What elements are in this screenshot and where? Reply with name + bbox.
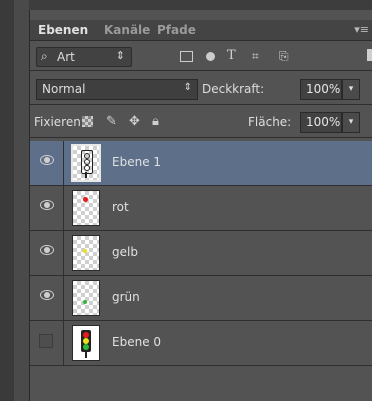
divider bbox=[30, 137, 372, 138]
filter-row: ⌕ Art ⇕ T ⌗ ⎘ bbox=[30, 44, 372, 68]
layer-name[interactable]: grün bbox=[112, 290, 140, 304]
filter-kind-value: Art bbox=[57, 50, 75, 64]
traffic-light-pole bbox=[85, 352, 87, 358]
search-icon: ⌕ bbox=[41, 49, 48, 63]
column-divider bbox=[63, 321, 64, 365]
layers-panel: Ebenen Kanäle Pfade ▾≡ ⌕ Art ⇕ T ⌗ ⎘ Nor… bbox=[29, 10, 372, 401]
opacity-value: 100% bbox=[306, 82, 341, 96]
opacity-dropdown-button[interactable]: ▾ bbox=[342, 79, 360, 100]
adjustment-layer-filter-icon[interactable] bbox=[206, 52, 215, 61]
smart-object-filter-icon[interactable]: ⎘ bbox=[279, 49, 289, 64]
panel-tabs: Ebenen Kanäle Pfade ▾≡ bbox=[30, 20, 372, 41]
yellow-dot-icon bbox=[83, 249, 87, 253]
green-dot-icon bbox=[83, 300, 87, 304]
panel-top-bar bbox=[29, 0, 372, 10]
opacity-field[interactable]: 100% bbox=[300, 79, 342, 100]
red-dot-icon bbox=[83, 197, 88, 202]
lock-row: Fixieren: ✎ ✥ 🔒︎ Fläche: 100% ▾ bbox=[30, 110, 372, 134]
filter-kind-select[interactable]: ⌕ Art ⇕ bbox=[36, 47, 132, 67]
updown-arrows-icon: ⇕ bbox=[183, 82, 192, 93]
panel-menu-icon[interactable]: ▾≡ bbox=[354, 23, 369, 36]
lock-transparent-pixels-icon[interactable] bbox=[82, 116, 93, 127]
lamp-outline bbox=[84, 165, 90, 171]
layer-row-ebene-1[interactable]: Ebene 1 bbox=[30, 141, 372, 186]
layer-name[interactable]: Ebene 1 bbox=[112, 155, 161, 169]
blend-row: Normal ⇕ Deckkraft: 100% ▾ bbox=[30, 77, 372, 101]
layer-thumbnail-traffic-light-colored bbox=[72, 325, 100, 361]
layer-row-gelb[interactable]: gelb bbox=[30, 231, 372, 276]
column-divider bbox=[63, 276, 64, 320]
tab-kanaele[interactable]: Kanäle bbox=[104, 23, 150, 37]
green-lamp bbox=[83, 344, 89, 350]
visibility-eye-icon[interactable] bbox=[40, 245, 54, 255]
lock-all-icon[interactable]: 🔒︎ bbox=[152, 114, 159, 129]
layer-row-rot[interactable]: rot bbox=[30, 186, 372, 231]
fill-field[interactable]: 100% bbox=[300, 112, 342, 133]
layer-row-ebene-0[interactable]: Ebene 0 bbox=[30, 321, 372, 366]
lock-image-pixels-icon[interactable]: ✎ bbox=[106, 114, 117, 129]
layer-thumbnail-yellow bbox=[72, 235, 100, 271]
updown-arrows-icon: ⇕ bbox=[115, 49, 125, 62]
lock-position-icon[interactable]: ✥ bbox=[129, 114, 140, 129]
left-strip bbox=[0, 0, 14, 401]
visibility-toggle-off[interactable] bbox=[39, 334, 53, 348]
tab-pfade[interactable]: Pfade bbox=[157, 23, 196, 37]
layer-thumbnail-green bbox=[72, 280, 100, 316]
pixel-layer-filter-icon[interactable] bbox=[180, 51, 193, 62]
traffic-light-outline-icon bbox=[81, 150, 93, 174]
tab-ebenen[interactable]: Ebenen bbox=[38, 23, 88, 37]
fill-value: 100% bbox=[306, 115, 341, 129]
fill-label: Fläche: bbox=[248, 115, 292, 129]
layer-thumbnail-red bbox=[72, 190, 100, 226]
divider bbox=[30, 70, 372, 71]
visibility-eye-icon[interactable] bbox=[40, 290, 54, 300]
filter-toggle[interactable] bbox=[367, 49, 372, 61]
layer-row-gruen[interactable]: grün bbox=[30, 276, 372, 321]
shape-layer-filter-icon[interactable]: ⌗ bbox=[252, 49, 259, 64]
type-layer-filter-icon[interactable]: T bbox=[227, 48, 236, 63]
visibility-eye-icon[interactable] bbox=[40, 155, 54, 165]
divider bbox=[30, 104, 372, 105]
lock-label: Fixieren: bbox=[34, 115, 85, 129]
traffic-light-icon bbox=[81, 330, 91, 352]
layer-thumbnail-traffic-light bbox=[71, 144, 101, 182]
layer-name[interactable]: rot bbox=[112, 200, 129, 214]
visibility-eye-icon[interactable] bbox=[40, 200, 54, 210]
column-divider bbox=[63, 141, 64, 185]
blend-mode-value: Normal bbox=[42, 82, 86, 96]
column-divider bbox=[63, 231, 64, 275]
column-divider bbox=[63, 186, 64, 230]
blend-mode-select[interactable]: Normal ⇕ bbox=[36, 79, 198, 100]
layer-name[interactable]: Ebene 0 bbox=[112, 335, 161, 349]
fill-dropdown-button[interactable]: ▾ bbox=[342, 112, 360, 133]
traffic-light-pole bbox=[85, 172, 87, 178]
layer-name[interactable]: gelb bbox=[112, 245, 138, 259]
opacity-label: Deckkraft: bbox=[202, 82, 265, 96]
